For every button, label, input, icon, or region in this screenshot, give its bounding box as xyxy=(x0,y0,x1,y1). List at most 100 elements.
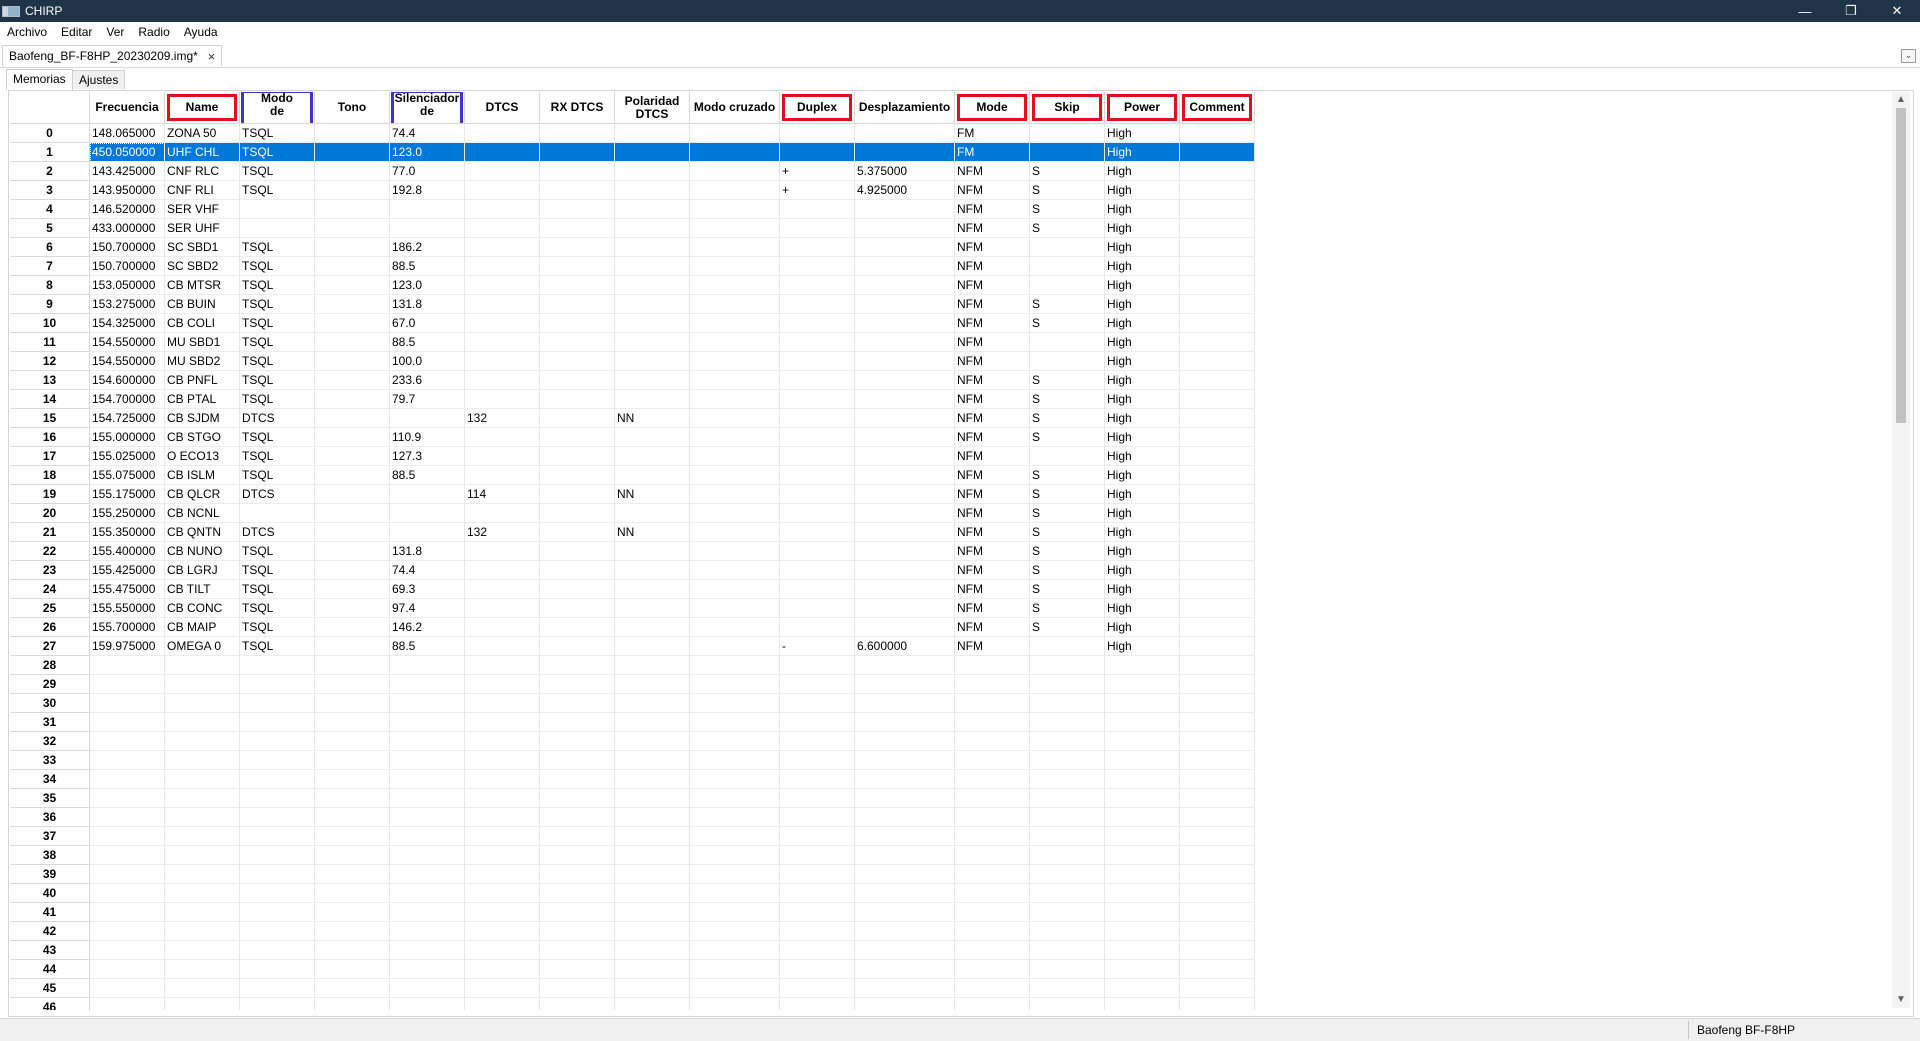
cell-ctone[interactable]: 97.4 xyxy=(390,599,465,618)
cell-ctone[interactable] xyxy=(390,732,465,751)
cell-rxdtcs[interactable] xyxy=(540,846,615,865)
cell-cross[interactable] xyxy=(690,979,780,998)
cell-tmode[interactable]: TSQL xyxy=(240,295,315,314)
row-number[interactable]: 6 xyxy=(10,238,90,257)
row-number[interactable]: 45 xyxy=(10,979,90,998)
cell-name[interactable]: CB ISLM xyxy=(165,466,240,485)
cell-tmode[interactable]: TSQL xyxy=(240,314,315,333)
cell-comment[interactable] xyxy=(1180,238,1255,257)
cell-pol[interactable] xyxy=(615,808,690,827)
table-row[interactable]: 10 154.325000 CB COLI TSQL 67.0 NFM S High xyxy=(10,314,1255,333)
cell-power[interactable]: High xyxy=(1105,580,1180,599)
cell-comment[interactable] xyxy=(1180,428,1255,447)
cell-ctone[interactable] xyxy=(390,770,465,789)
cell-name[interactable]: CB NCNL xyxy=(165,504,240,523)
row-number[interactable]: 30 xyxy=(10,694,90,713)
cell-offset[interactable] xyxy=(855,808,955,827)
cell-power[interactable]: High xyxy=(1105,428,1180,447)
row-number[interactable]: 44 xyxy=(10,960,90,979)
cell-power[interactable] xyxy=(1105,998,1180,1010)
cell-ctone[interactable] xyxy=(390,713,465,732)
cell-offset[interactable] xyxy=(855,979,955,998)
cell-name[interactable]: CB NUNO xyxy=(165,542,240,561)
cell-offset[interactable] xyxy=(855,599,955,618)
row-number[interactable]: 39 xyxy=(10,865,90,884)
cell-name[interactable] xyxy=(165,789,240,808)
cell-rxdtcs[interactable] xyxy=(540,903,615,922)
row-number[interactable]: 13 xyxy=(10,371,90,390)
cell-dtcs[interactable]: 114 xyxy=(465,485,540,504)
cell-ctone[interactable]: 131.8 xyxy=(390,542,465,561)
cell-ctone[interactable]: 192.8 xyxy=(390,181,465,200)
row-number[interactable]: 3 xyxy=(10,181,90,200)
cell-comment[interactable] xyxy=(1180,561,1255,580)
row-number[interactable]: 19 xyxy=(10,485,90,504)
cell-duplex[interactable] xyxy=(780,561,855,580)
cell-cross[interactable] xyxy=(690,846,780,865)
cell-comment[interactable] xyxy=(1180,732,1255,751)
cell-comment[interactable] xyxy=(1180,447,1255,466)
cell-mode[interactable]: NFM xyxy=(955,485,1030,504)
cell-pol[interactable]: NN xyxy=(615,523,690,542)
cell-tmode[interactable]: TSQL xyxy=(240,390,315,409)
cell-dtcs[interactable] xyxy=(465,504,540,523)
cell-dtcs[interactable] xyxy=(465,390,540,409)
cell-dtcs[interactable] xyxy=(465,827,540,846)
cell-duplex[interactable] xyxy=(780,504,855,523)
cell-duplex[interactable] xyxy=(780,390,855,409)
row-number[interactable]: 5 xyxy=(10,219,90,238)
cell-dtcs[interactable] xyxy=(465,200,540,219)
row-number[interactable]: 2 xyxy=(10,162,90,181)
cell-mode[interactable] xyxy=(955,751,1030,770)
cell-freq[interactable] xyxy=(90,846,165,865)
cell-pol[interactable] xyxy=(615,732,690,751)
cell-rxdtcs[interactable] xyxy=(540,770,615,789)
cell-freq[interactable]: 155.475000 xyxy=(90,580,165,599)
cell-skip[interactable] xyxy=(1030,732,1105,751)
row-number[interactable]: 9 xyxy=(10,295,90,314)
cell-skip[interactable]: S xyxy=(1030,219,1105,238)
cell-comment[interactable] xyxy=(1180,808,1255,827)
cell-duplex[interactable] xyxy=(780,466,855,485)
menu-editar[interactable]: Editar xyxy=(54,25,99,39)
table-row[interactable]: 36 xyxy=(10,808,1255,827)
column-header-power[interactable]: Power xyxy=(1105,92,1180,124)
cell-tone[interactable] xyxy=(315,523,390,542)
cell-mode[interactable]: NFM xyxy=(955,561,1030,580)
cell-tmode[interactable] xyxy=(240,960,315,979)
cell-mode[interactable]: NFM xyxy=(955,314,1030,333)
cell-tmode[interactable]: TSQL xyxy=(240,428,315,447)
cell-mode[interactable]: NFM xyxy=(955,504,1030,523)
cell-cross[interactable] xyxy=(690,504,780,523)
cell-tone[interactable] xyxy=(315,865,390,884)
cell-comment[interactable] xyxy=(1180,960,1255,979)
cell-freq[interactable] xyxy=(90,732,165,751)
cell-comment[interactable] xyxy=(1180,998,1255,1010)
cell-name[interactable]: CB STGO xyxy=(165,428,240,447)
cell-skip[interactable]: S xyxy=(1030,409,1105,428)
cell-cross[interactable] xyxy=(690,732,780,751)
column-header-name[interactable]: Name xyxy=(165,92,240,124)
cell-duplex[interactable] xyxy=(780,789,855,808)
row-number[interactable]: 16 xyxy=(10,428,90,447)
cell-dtcs[interactable] xyxy=(465,960,540,979)
scroll-up-icon[interactable]: ▲ xyxy=(1892,92,1910,108)
cell-tmode[interactable] xyxy=(240,808,315,827)
cell-name[interactable] xyxy=(165,960,240,979)
cell-mode[interactable]: NFM xyxy=(955,409,1030,428)
cell-pol[interactable] xyxy=(615,542,690,561)
cell-dtcs[interactable] xyxy=(465,162,540,181)
cell-cross[interactable] xyxy=(690,162,780,181)
cell-mode[interactable] xyxy=(955,960,1030,979)
column-header-rxdtcs[interactable]: RX DTCS xyxy=(540,92,615,124)
cell-freq[interactable]: 143.950000 xyxy=(90,181,165,200)
cell-offset[interactable] xyxy=(855,732,955,751)
cell-power[interactable]: High xyxy=(1105,447,1180,466)
cell-tmode[interactable] xyxy=(240,675,315,694)
cell-name[interactable] xyxy=(165,998,240,1010)
cell-ctone[interactable] xyxy=(390,922,465,941)
cell-dtcs[interactable] xyxy=(465,865,540,884)
cell-tmode[interactable]: TSQL xyxy=(240,352,315,371)
cell-freq[interactable]: 154.600000 xyxy=(90,371,165,390)
table-row[interactable]: 24 155.475000 CB TILT TSQL 69.3 NFM S High xyxy=(10,580,1255,599)
